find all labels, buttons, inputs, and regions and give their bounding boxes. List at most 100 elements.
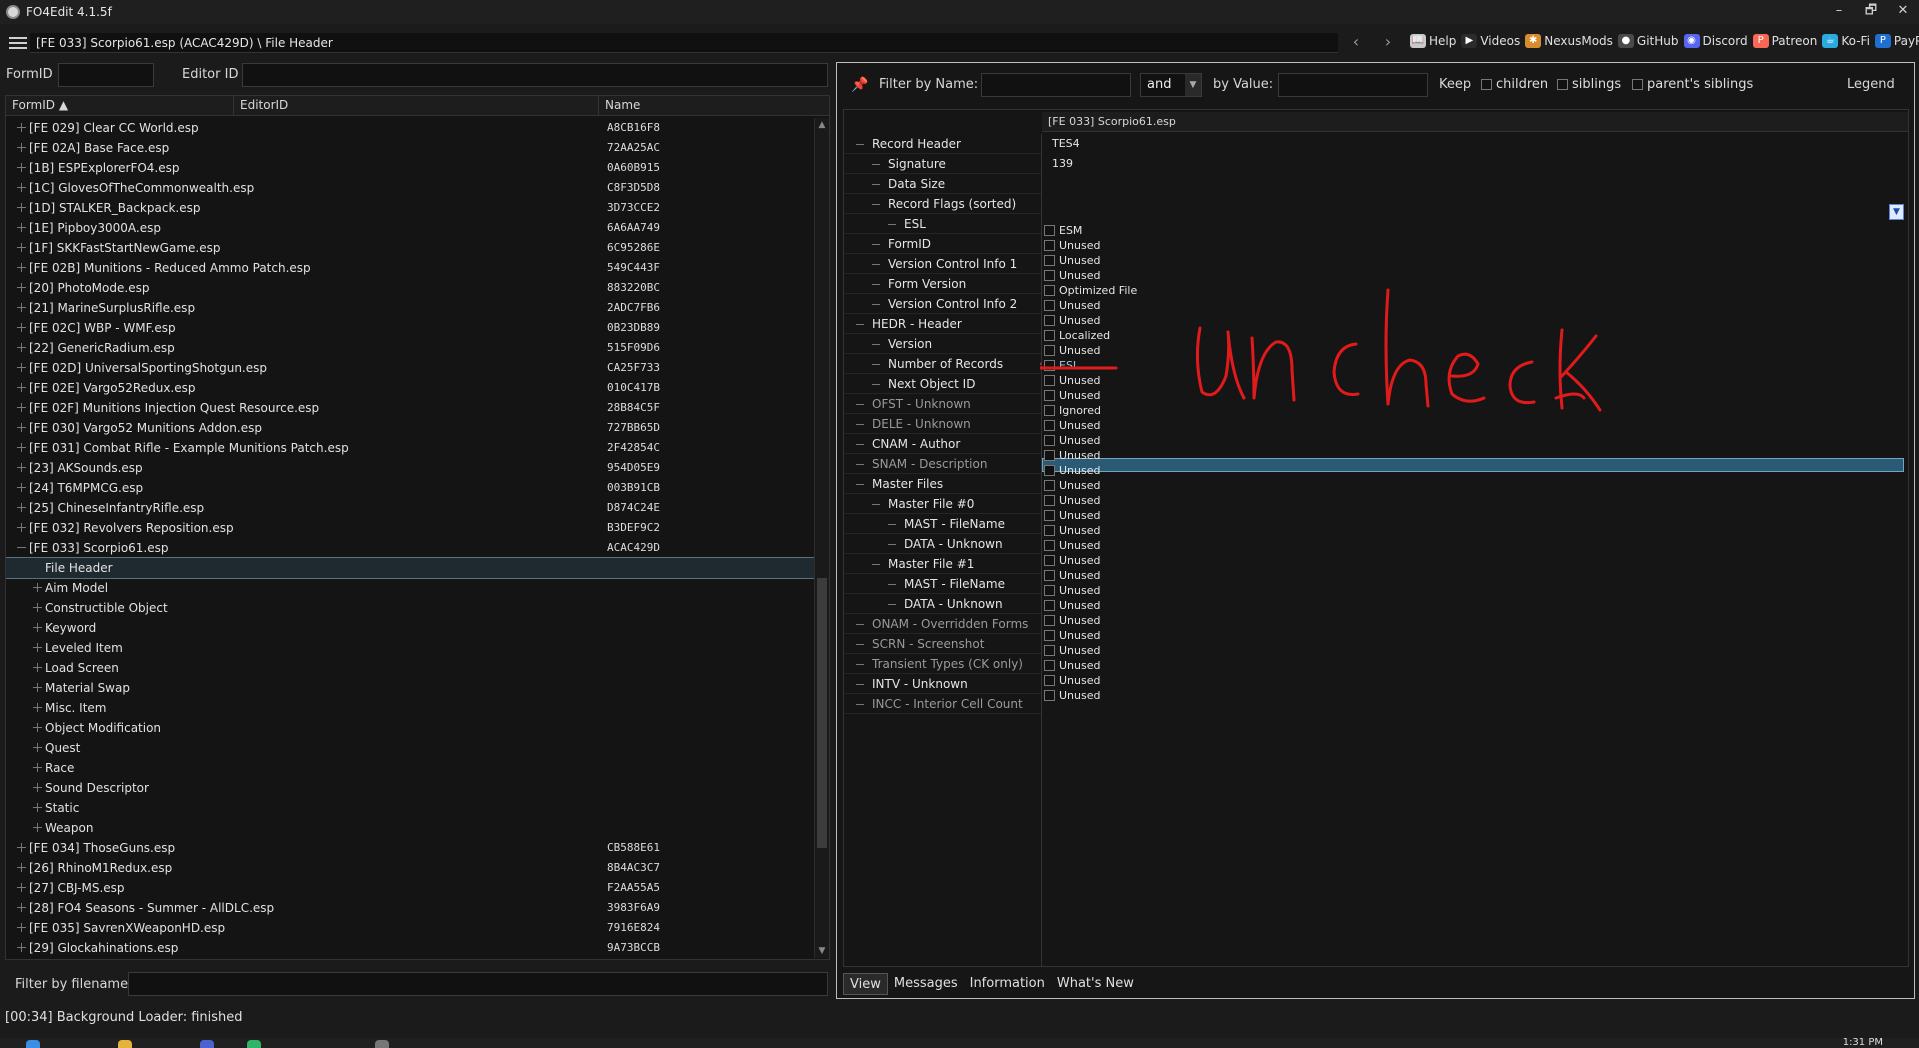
tree-row[interactable]: [FE 02C] WBP - WMF.esp 0B23DB89 xyxy=(6,318,814,338)
pin-icon[interactable]: 📌 xyxy=(851,77,868,93)
tree-row[interactable]: Material Swap xyxy=(6,678,814,698)
link-github[interactable]: ● GitHub xyxy=(1617,34,1679,48)
flag-checkbox[interactable] xyxy=(1044,405,1055,416)
expand-icon[interactable] xyxy=(16,422,27,433)
record-flag-unused[interactable]: Unused xyxy=(1044,613,1100,628)
record-flag-unused[interactable]: Unused xyxy=(1044,643,1100,658)
flag-checkbox[interactable] xyxy=(1044,585,1055,596)
expand-icon[interactable] xyxy=(16,122,27,133)
flag-checkbox[interactable] xyxy=(1044,630,1055,641)
tree-row[interactable]: [FE 033] Scorpio61.esp ACAC429D xyxy=(6,538,814,558)
expand-icon[interactable] xyxy=(32,762,43,773)
record-field-row[interactable]: Data Size xyxy=(844,174,1041,194)
expand-icon[interactable] xyxy=(16,362,27,373)
forward-button[interactable]: › xyxy=(1378,34,1398,52)
flag-checkbox[interactable] xyxy=(1044,525,1055,536)
record-field-row[interactable]: MAST - FileName xyxy=(844,574,1041,594)
record-flag-unused[interactable]: Unused xyxy=(1044,523,1100,538)
tree-row[interactable]: [FE 02B] Munitions - Reduced Ammo Patch.… xyxy=(6,258,814,278)
expand-icon[interactable] xyxy=(32,582,43,593)
tree-row[interactable]: [21] MarineSurplusRifle.esp 2ADC7FB6 xyxy=(6,298,814,318)
tree-row[interactable]: [1D] STALKER_Backpack.esp 3D73CCE2 xyxy=(6,198,814,218)
flag-checkbox[interactable] xyxy=(1044,660,1055,671)
link-ko-fi[interactable]: ☕ Ko-Fi xyxy=(1822,34,1870,48)
record-flag-unused[interactable]: Unused xyxy=(1044,463,1100,478)
expand-icon[interactable] xyxy=(16,382,27,393)
expand-icon[interactable] xyxy=(16,862,27,873)
back-button[interactable]: ‹ xyxy=(1346,34,1366,52)
tree-row[interactable]: [27] CBJ-MS.esp F2AA55A5 xyxy=(6,878,814,898)
siblings-checkbox[interactable]: siblings xyxy=(1557,77,1621,92)
expand-icon[interactable] xyxy=(32,622,43,633)
tree-row[interactable]: Load Screen xyxy=(6,658,814,678)
record-flag-unused[interactable]: Unused xyxy=(1044,538,1100,553)
expand-icon[interactable] xyxy=(32,742,43,753)
tree-row[interactable]: [1E] Pipboy3000A.esp 6A6AA749 xyxy=(6,218,814,238)
flag-checkbox[interactable] xyxy=(1044,420,1055,431)
record-flag-unused[interactable]: Unused xyxy=(1044,313,1100,328)
record-flag-unused[interactable]: Unused xyxy=(1044,568,1100,583)
tree-row[interactable]: [FE 02A] Base Face.esp 72AA25AC xyxy=(6,138,814,158)
expand-icon[interactable] xyxy=(16,162,27,173)
record-field-row[interactable]: ONAM - Overridden Forms xyxy=(844,614,1041,634)
tree-row[interactable]: [25] ChineseInfantryRifle.esp D874C24E xyxy=(6,498,814,518)
tree-row[interactable]: [28] FO4 Seasons - Summer - AllDLC.esp 39… xyxy=(6,898,814,918)
record-flag-unused[interactable]: Unused xyxy=(1044,658,1100,673)
flag-checkbox[interactable] xyxy=(1044,225,1055,236)
tree-row[interactable]: [FE 034] ThoseGuns.esp CB588E61 xyxy=(6,838,814,858)
filter-filename-input[interactable] xyxy=(128,972,828,996)
record-field-row[interactable]: DELE - Unknown xyxy=(844,414,1041,434)
signature-value[interactable]: TES4 xyxy=(1052,134,1080,154)
parents-siblings-checkbox[interactable]: parent's siblings xyxy=(1632,77,1753,92)
scroll-up-icon[interactable]: ▲ xyxy=(815,118,829,132)
fo4edit-taskbar-icon[interactable] xyxy=(375,1040,389,1048)
tree-row[interactable]: [24] T6MPMCG.esp 003B91CB xyxy=(6,478,814,498)
expand-icon[interactable] xyxy=(32,822,43,833)
record-field-row[interactable]: DATA - Unknown xyxy=(844,594,1041,614)
record-flag-unused[interactable]: Unused xyxy=(1044,553,1100,568)
legend-button[interactable]: Legend xyxy=(1847,77,1895,92)
tree-row[interactable]: [FE 032] Revolvers Reposition.esp B3DEF9C… xyxy=(6,518,814,538)
flag-checkbox[interactable] xyxy=(1044,600,1055,611)
tree-row[interactable]: [20] PhotoMode.esp 883220BC xyxy=(6,278,814,298)
record-field-row[interactable]: Form Version xyxy=(844,274,1041,294)
tree-row[interactable]: File Header xyxy=(6,557,815,579)
record-flag-unused[interactable]: Unused xyxy=(1044,493,1100,508)
tree-row[interactable]: Race xyxy=(6,758,814,778)
expand-icon[interactable] xyxy=(32,602,43,613)
expand-icon[interactable] xyxy=(16,222,27,233)
flag-checkbox[interactable] xyxy=(1044,450,1055,461)
formid-input[interactable] xyxy=(58,63,154,87)
record-field-row[interactable]: Version xyxy=(844,334,1041,354)
record-field-row[interactable]: OFST - Unknown xyxy=(844,394,1041,414)
record-flag-unused[interactable]: Unused xyxy=(1044,508,1100,523)
tree-scrollbar[interactable]: ▲ ▼ xyxy=(814,118,829,958)
tree-row[interactable]: [1B] ESPExplorerFO4.esp 0A60B915 xyxy=(6,158,814,178)
record-field-row[interactable]: MAST - FileName xyxy=(844,514,1041,534)
record-field-row[interactable]: Number of Records xyxy=(844,354,1041,374)
flag-checkbox[interactable] xyxy=(1044,435,1055,446)
link-nexusmods[interactable]: ✱ NexusMods xyxy=(1525,34,1613,48)
tree-row[interactable]: [26] RhinoM1Redux.esp 8B4AC3C7 xyxy=(6,858,814,878)
app-taskbar-icon-2[interactable] xyxy=(247,1040,261,1048)
expand-icon[interactable] xyxy=(16,142,27,153)
flag-checkbox[interactable] xyxy=(1044,495,1055,506)
tree-row[interactable]: [FE 030] Vargo52 Munitions Addon.esp 727B… xyxy=(6,418,814,438)
record-field-row[interactable]: CNAM - Author xyxy=(844,434,1041,454)
record-field-row[interactable]: Master File #0 xyxy=(844,494,1041,514)
record-field-row[interactable]: Master File #1 xyxy=(844,554,1041,574)
tree-row[interactable]: Weapon xyxy=(6,818,814,838)
editorid-input[interactable] xyxy=(242,63,828,87)
record-field-row[interactable]: Record Flags (sorted) xyxy=(844,194,1041,214)
record-field-row[interactable]: Version Control Info 2 xyxy=(844,294,1041,314)
record-flag-unused[interactable]: Unused xyxy=(1044,388,1100,403)
tree-row[interactable]: [FE 031] Combat Rifle - Example Munition… xyxy=(6,438,814,458)
minimize-button[interactable]: – xyxy=(1823,0,1855,24)
record-field-row[interactable]: Next Object ID xyxy=(844,374,1041,394)
record-field-row[interactable]: Transient Types (CK only) xyxy=(844,654,1041,674)
expand-icon[interactable] xyxy=(16,322,27,333)
tree-row[interactable]: [1C] GlovesOfTheCommonwealth.esp C8F3D5D8 xyxy=(6,178,814,198)
record-flag-unused[interactable]: Unused xyxy=(1044,583,1100,598)
col-editorid[interactable]: EditorID xyxy=(234,96,599,116)
expand-icon[interactable] xyxy=(32,682,43,693)
